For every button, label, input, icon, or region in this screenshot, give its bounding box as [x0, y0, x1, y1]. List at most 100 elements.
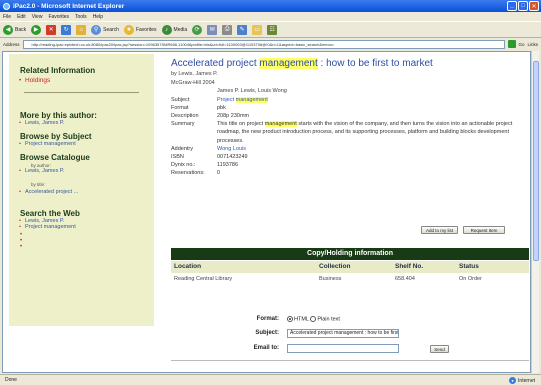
add-to-list-button[interactable]: Add to my list — [421, 226, 458, 234]
format-options: HTML Plain text — [287, 316, 340, 322]
media-icon: ♪ — [161, 24, 172, 35]
vertical-scrollbar[interactable] — [531, 51, 539, 373]
window-titlebar: iPac2.0 - Microsoft Internet Explorer _ … — [0, 0, 541, 12]
reservations-label: Reservations: — [171, 170, 205, 177]
html-option-label: HTML — [294, 316, 309, 323]
holdings-link[interactable]: Holdings — [19, 77, 154, 84]
browse-subject-link[interactable]: Project management — [19, 141, 154, 147]
subject-value: Project management — [217, 96, 529, 104]
menu-bar: File Edit View Favorites Tools Help — [0, 12, 541, 21]
status-text: Done — [5, 377, 17, 383]
cell-collection: Business — [319, 276, 342, 282]
search-button[interactable]: ⚲ Search — [91, 24, 119, 35]
cell-shelf-no: 658.404 — [395, 276, 415, 282]
search-icon: ⚲ — [91, 24, 102, 35]
cell-status: On Order — [459, 276, 482, 282]
messenger-button[interactable]: ☷ — [267, 24, 278, 35]
security-zone: ● Internet — [509, 377, 535, 384]
isbn-label: ISBN — [171, 153, 184, 160]
favorites-button[interactable]: ★ Favorites — [123, 24, 157, 35]
ie-logo-icon — [3, 2, 10, 10]
window-title: iPac2.0 - Microsoft Internet Explorer — [13, 2, 125, 10]
star-icon: ★ — [123, 24, 134, 35]
addentry-value: Wong Louis — [217, 145, 529, 153]
sidebar: Related Information Holdings More by thi… — [9, 54, 154, 326]
maximize-button[interactable]: □ — [518, 1, 528, 11]
links-button[interactable]: Links — [527, 42, 538, 47]
summary-value: This title on project management starts … — [217, 121, 513, 144]
address-bar: Address http://reading-ipac.epixtech.co.… — [0, 38, 541, 50]
col-status: Status — [459, 263, 479, 270]
reservations-value: 0 — [217, 170, 221, 177]
menu-help[interactable]: Help — [93, 14, 103, 20]
summary-label: Summary — [171, 121, 195, 128]
sidebar-divider — [24, 92, 139, 93]
isbn-value: 0071423249 — [217, 153, 248, 160]
address-input[interactable]: http://reading-ipac.epixtech.co.uk:8080/… — [22, 39, 506, 49]
email-field-label: Email to: — [253, 345, 279, 351]
plain-text-radio[interactable] — [310, 316, 317, 322]
subject-label: Subject — [171, 96, 190, 103]
copy-table-header: Location Collection Shelf No. Status — [171, 261, 529, 273]
print-button[interactable]: ⎙ — [222, 24, 233, 35]
record-extra-authors: James P. Lewis, Louis Wong — [217, 88, 287, 94]
folder-button[interactable]: ▭ — [252, 24, 263, 35]
menu-edit[interactable]: Edit — [17, 14, 26, 20]
minimize-button[interactable]: _ — [507, 1, 517, 11]
menu-view[interactable]: View — [32, 14, 43, 20]
go-button[interactable]: Go — [508, 40, 524, 48]
menu-file[interactable]: File — [3, 14, 11, 20]
browse-catalogue-heading: Browse Catalogue — [20, 153, 90, 162]
mail-button[interactable]: ✉ — [207, 24, 218, 35]
refresh-button[interactable]: ↻ — [61, 24, 72, 35]
send-button[interactable]: Send — [430, 345, 449, 353]
menu-favorites[interactable]: Favorites — [48, 14, 69, 20]
browser-toolbar: ◀ Back ▶ ✕ ↻ ⌂ ⚲ Search ★ Favorites ♪ Me… — [0, 21, 541, 38]
format-field-label: Format: — [256, 316, 279, 322]
status-bar: Done ● Internet — [0, 374, 541, 385]
col-shelf-no: Shelf No. — [395, 263, 424, 270]
back-button[interactable]: ◀ Back — [3, 24, 26, 35]
forward-button[interactable]: ▶ — [31, 24, 42, 35]
format-value: pbk — [217, 104, 226, 111]
email-input[interactable] — [287, 344, 399, 353]
addentry-link[interactable]: Wong Louis — [217, 146, 246, 152]
menu-tools[interactable]: Tools — [75, 14, 87, 20]
globe-icon: ● — [509, 377, 517, 384]
request-item-button[interactable]: Request Item — [463, 226, 505, 234]
copy-holding-heading: Copy/Holding information — [171, 248, 529, 260]
col-collection: Collection — [319, 263, 351, 270]
window-controls: _ □ ✕ — [507, 1, 539, 11]
browse-subject-heading: Browse by Subject — [20, 132, 92, 141]
record-title[interactable]: Accelerated project management : how to … — [171, 58, 529, 70]
history-button[interactable]: ⟳ — [192, 24, 203, 35]
catalogue-title-link[interactable]: Accelerated project ... — [19, 189, 154, 195]
title-highlight: management — [259, 58, 318, 69]
record-publisher: McGraw-Hill 2004 — [171, 79, 215, 86]
subject-field-label: Subject: — [255, 330, 279, 336]
subject-input[interactable]: Accelerated project management : how to … — [287, 329, 399, 338]
html-radio[interactable] — [287, 316, 293, 322]
stop-button[interactable]: ✕ — [46, 24, 57, 35]
subject-link[interactable]: Project management — [217, 96, 268, 103]
search-web-heading: Search the Web — [20, 209, 80, 218]
edit-button[interactable]: ✎ — [237, 24, 248, 35]
home-button[interactable]: ⌂ — [76, 24, 87, 35]
web-subject-link[interactable]: Project management — [19, 224, 154, 230]
more-by-author-link[interactable]: Lewis, James P. — [19, 120, 154, 126]
back-arrow-icon: ◀ — [3, 24, 13, 35]
addentry-label: Addentry — [171, 145, 194, 152]
description-label: Description — [171, 112, 199, 119]
table-row: Reading Central Library Business 658.404… — [171, 276, 529, 285]
col-location: Location — [174, 263, 202, 270]
close-button[interactable]: ✕ — [529, 1, 539, 11]
by-title-label: by title: — [31, 182, 46, 187]
catalogue-author-link[interactable]: Lewis, James P. — [19, 168, 154, 174]
address-label: Address — [3, 41, 20, 47]
go-arrow-icon — [508, 40, 517, 48]
cell-location: Reading Central Library — [174, 276, 233, 282]
scrollbar-thumb[interactable] — [533, 61, 539, 261]
related-info-heading: Related Information — [20, 66, 96, 75]
media-button[interactable]: ♪ Media — [161, 24, 187, 35]
record-detail: Accelerated project management : how to … — [171, 58, 529, 178]
